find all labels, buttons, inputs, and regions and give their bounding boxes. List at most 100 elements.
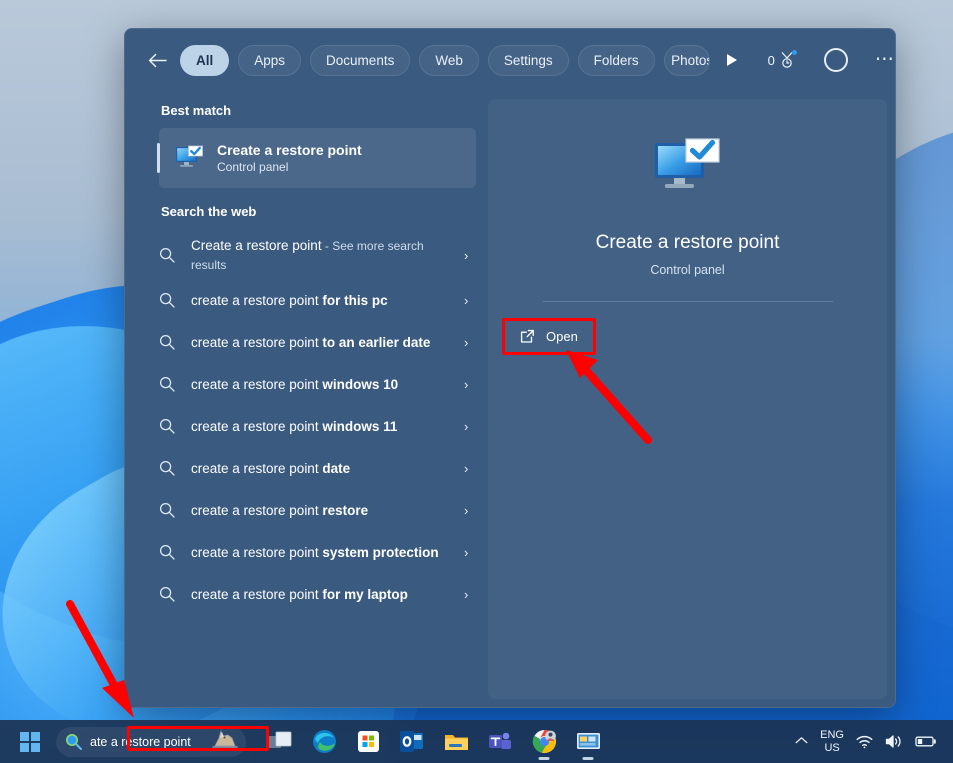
suggestion-completion: system protection — [322, 544, 439, 560]
preview-title: Create a restore point — [595, 232, 780, 253]
suggestion-completion: for this pc — [322, 292, 388, 308]
tab-settings[interactable]: Settings — [487, 44, 569, 76]
preview-pane: Create a restore point Control panel Ope — [488, 99, 887, 699]
folder-icon[interactable] — [436, 722, 476, 762]
list-item[interactable]: create a restore point restore › — [125, 489, 488, 531]
taskbar: ate a restore point ENG US — [0, 720, 953, 763]
search-icon — [159, 502, 177, 518]
tab-apps[interactable]: Apps — [238, 44, 302, 76]
list-item[interactable]: create a restore point for my laptop › — [125, 573, 488, 615]
suggestion-text: create a restore point windows 11 — [191, 417, 450, 436]
chevron-right-icon: › — [464, 544, 469, 560]
suggestion-text: create a restore point restore — [191, 501, 450, 520]
back-arrow-icon[interactable] — [143, 46, 171, 74]
more-options-icon[interactable]: ⋯ — [875, 50, 895, 69]
list-item[interactable]: create a restore point to an earlier dat… — [125, 321, 488, 363]
preview-subtitle: Control panel — [650, 263, 725, 277]
chrome-icon[interactable] — [524, 722, 564, 762]
taskbar-apps — [260, 722, 608, 762]
best-match-result[interactable]: Create a restore point Control panel — [157, 128, 476, 188]
rewards-indicator[interactable]: 0 — [768, 50, 797, 69]
chevron-up-icon[interactable] — [795, 736, 808, 748]
search-icon — [159, 376, 177, 392]
teams-icon[interactable] — [480, 722, 520, 762]
list-item[interactable]: create a restore point system protection… — [125, 531, 488, 573]
play-arrow-icon[interactable] — [719, 47, 745, 73]
chevron-right-icon: › — [464, 376, 469, 392]
search-header: All Apps Documents Web Settings Folders … — [125, 29, 895, 91]
edge-icon[interactable] — [304, 722, 344, 762]
monitor-app-icon[interactable] — [568, 722, 608, 762]
taskbar-search-value: ate a restore point — [90, 734, 191, 749]
tab-all[interactable]: All — [180, 44, 230, 76]
suggestion-text: create a restore point to an earlier dat… — [191, 333, 450, 352]
tab-label: Folders — [593, 52, 639, 68]
task-view-icon[interactable] — [260, 722, 300, 762]
list-item[interactable]: create a restore point date › — [125, 447, 488, 489]
best-match-title: Create a restore point — [217, 142, 362, 158]
tab-documents[interactable]: Documents — [310, 44, 411, 76]
chevron-right-icon: › — [464, 460, 469, 476]
search-icon — [159, 334, 177, 350]
open-button[interactable]: Open — [505, 321, 593, 352]
search-body: Best match Create a restore point Contro… — [125, 91, 895, 707]
list-item[interactable]: Create a restore point - See more search… — [125, 231, 488, 279]
open-button-highlight: Open — [502, 318, 596, 355]
web-suggestions-list: Create a restore point - See more search… — [125, 229, 488, 615]
store-icon[interactable] — [348, 722, 388, 762]
suggestion-query: create a restore point — [191, 502, 323, 518]
taskbar-search-box[interactable]: ate a restore point — [56, 726, 246, 757]
outlook-icon[interactable] — [392, 722, 432, 762]
suggestion-query: create a restore point — [191, 292, 323, 308]
wifi-icon[interactable] — [856, 735, 873, 749]
volume-icon[interactable] — [885, 734, 903, 749]
suggestion-text: create a restore point for this pc — [191, 291, 450, 310]
search-icon — [159, 418, 177, 434]
preview-actions: Open — [488, 302, 887, 355]
suggestion-completion: restore — [322, 502, 369, 518]
system-tray: ENG US — [795, 729, 943, 754]
wolf-mascot-icon — [210, 727, 240, 757]
best-match-subtitle: Control panel — [217, 160, 289, 174]
suggestion-text: create a restore point for my laptop — [191, 585, 450, 604]
suggestion-text: create a restore point system protection — [191, 543, 450, 562]
tab-folders[interactable]: Folders — [577, 44, 655, 76]
suggestion-query: create a restore point — [191, 334, 323, 350]
language-primary: ENG — [820, 728, 844, 741]
battery-icon[interactable] — [915, 735, 937, 748]
language-indicator[interactable]: ENG US — [820, 729, 844, 754]
external-link-icon — [520, 329, 535, 344]
tab-label: Photos — [671, 52, 710, 68]
results-column: Best match Create a restore point Contro… — [125, 91, 488, 707]
suggestion-completion: for my laptop — [322, 586, 408, 602]
chevron-right-icon: › — [464, 586, 469, 602]
tab-label: All — [196, 52, 214, 68]
suggestion-completion: windows 10 — [322, 376, 399, 392]
search-icon — [159, 586, 177, 602]
chevron-right-icon: › — [464, 247, 469, 263]
tab-label: Settings — [503, 52, 553, 68]
chevron-right-icon: › — [464, 334, 469, 350]
tab-web[interactable]: Web — [419, 44, 479, 76]
best-match-text: Create a restore point Control panel — [217, 142, 362, 174]
rewards-medal-icon — [779, 50, 797, 69]
suggestion-query: create a restore point — [191, 544, 323, 560]
suggestion-query: create a restore point — [191, 418, 323, 434]
suggestion-completion: to an earlier date — [322, 334, 431, 350]
tab-label: Apps — [254, 52, 286, 68]
search-icon — [159, 292, 177, 308]
tab-label: Web — [435, 52, 463, 68]
open-button-label: Open — [546, 329, 578, 344]
chevron-right-icon: › — [464, 502, 469, 518]
suggestion-text: create a restore point windows 10 — [191, 375, 450, 394]
best-match-label: Best match — [161, 103, 232, 118]
list-item[interactable]: create a restore point for this pc › — [125, 279, 488, 321]
list-item[interactable]: create a restore point windows 10 › — [125, 363, 488, 405]
account-circle-icon[interactable] — [823, 48, 848, 72]
language-secondary: US — [824, 741, 840, 754]
search-icon — [159, 544, 177, 560]
suggestion-query: create a restore point — [191, 376, 323, 392]
windows-start-icon[interactable] — [10, 722, 50, 762]
list-item[interactable]: create a restore point windows 11 › — [125, 405, 488, 447]
tab-photos[interactable]: Photos — [663, 44, 710, 76]
